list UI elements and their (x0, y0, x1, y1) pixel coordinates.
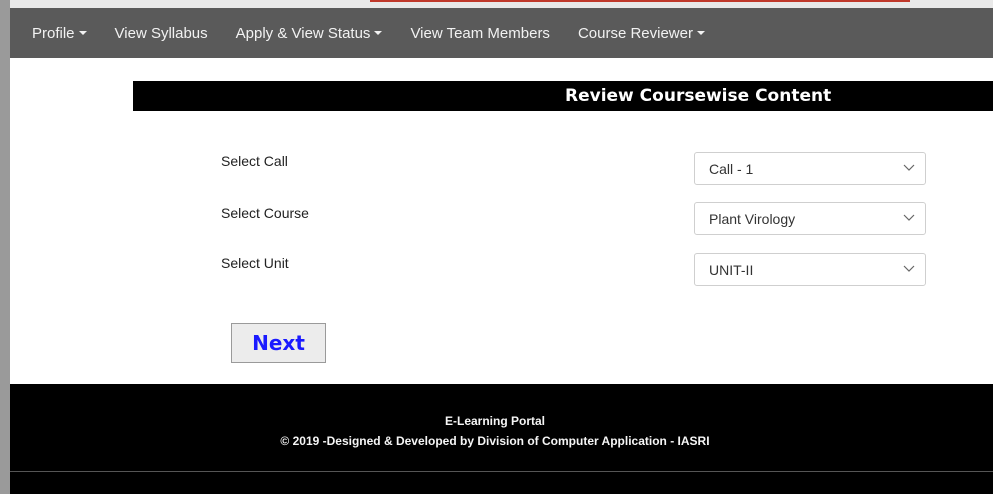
nav-item-profile[interactable]: Profile (10, 8, 101, 58)
select-unit-label: Select Unit (221, 255, 289, 271)
footer-bottom-bar (10, 471, 993, 494)
chevron-down-icon (903, 164, 915, 171)
nav-item-view-team-members[interactable]: View Team Members (396, 8, 564, 58)
nav-item-label: Apply & View Status (235, 24, 371, 42)
select-call-value: Call - 1 (709, 160, 754, 177)
caret-down-icon (78, 31, 87, 35)
nav-item-label: View Syllabus (114, 24, 208, 42)
footer-copyright: © 2019 -Designed & Developed by Division… (280, 434, 710, 448)
nav-item-view-syllabus[interactable]: View Syllabus (101, 8, 222, 58)
select-course-dropdown[interactable]: Plant Virology (694, 202, 926, 235)
page-frame: Profile View Syllabus Apply & View Statu… (10, 0, 993, 494)
select-call-label: Select Call (221, 153, 288, 169)
nav-item-label: Course Reviewer (577, 24, 693, 42)
chevron-down-icon (903, 214, 915, 221)
page-title-bar: Review Coursewise Content (133, 81, 993, 111)
caret-down-icon (374, 31, 383, 35)
caret-down-icon (696, 31, 705, 35)
footer: E-Learning Portal © 2019 -Designed & Dev… (10, 384, 993, 471)
select-call-dropdown[interactable]: Call - 1 (694, 152, 926, 185)
top-accent-line (370, 0, 910, 2)
nav-item-label: View Team Members (410, 24, 550, 42)
select-course-value: Plant Virology (709, 210, 796, 227)
select-course-label: Select Course (221, 205, 309, 221)
nav-item-course-reviewer[interactable]: Course Reviewer (564, 8, 719, 58)
footer-portal-name: E-Learning Portal (444, 414, 545, 428)
nav-item-apply-view-status[interactable]: Apply & View Status (222, 8, 397, 58)
select-unit-dropdown[interactable]: UNIT-II (694, 253, 926, 286)
nav-item-label: Profile (32, 24, 75, 42)
select-unit-value: UNIT-II (709, 261, 754, 278)
next-button[interactable]: Next (231, 323, 326, 363)
page-title: Review Coursewise Content (565, 86, 832, 106)
chevron-down-icon (903, 265, 915, 272)
top-strip (10, 0, 993, 8)
top-navbar: Profile View Syllabus Apply & View Statu… (10, 8, 993, 58)
